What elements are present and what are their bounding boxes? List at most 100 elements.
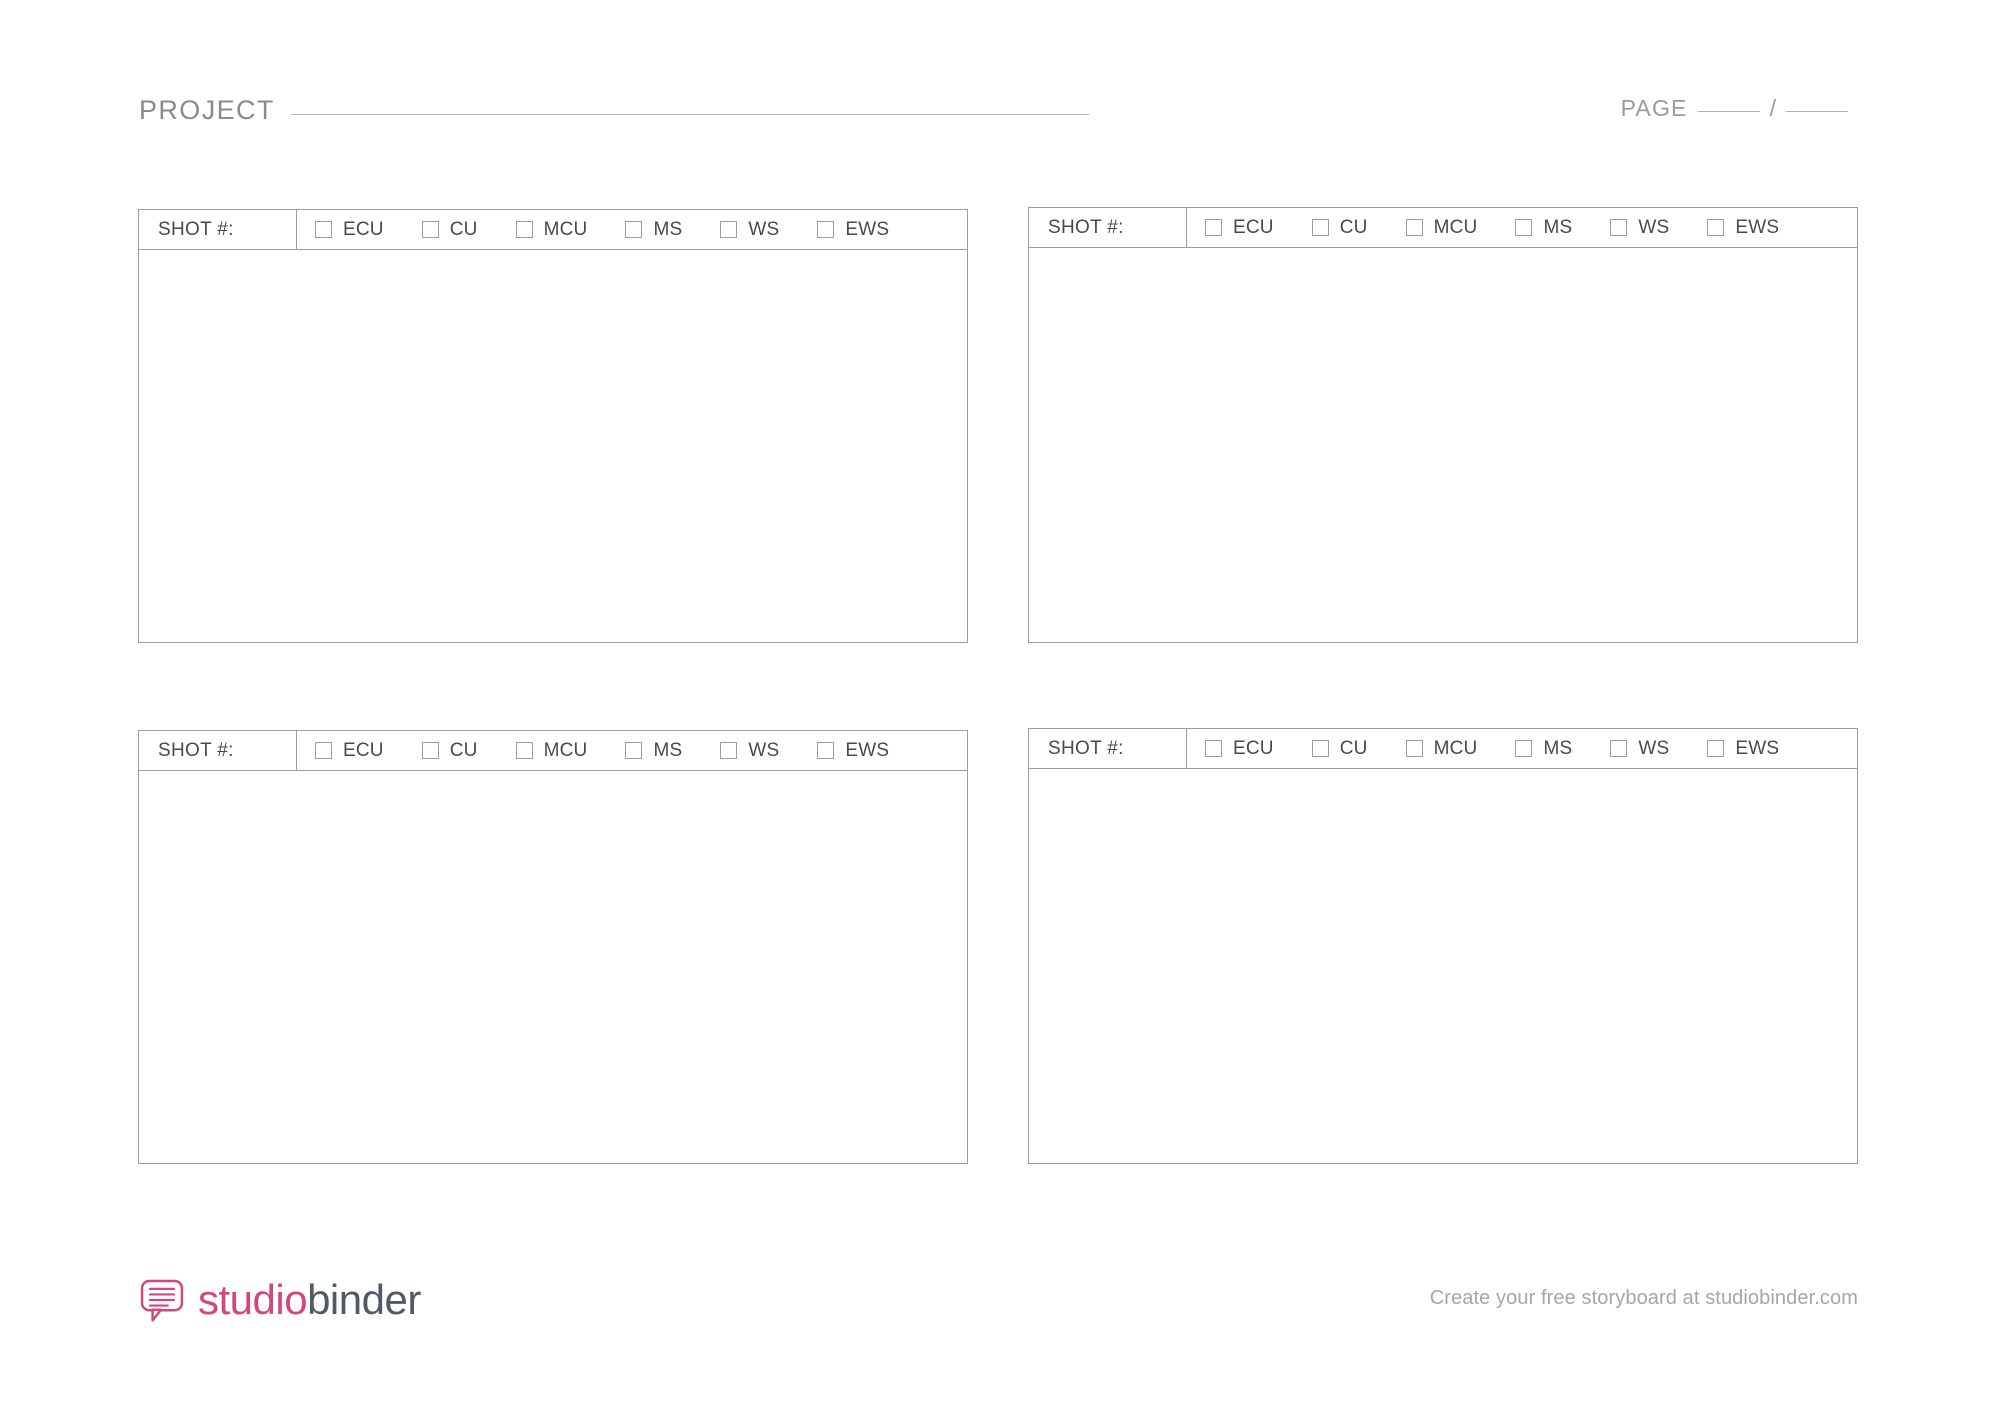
checkbox-icon[interactable] — [421, 221, 439, 238]
panel-1-shottype-mcu-label: MCU — [543, 218, 588, 240]
panel-3-shottype-cu[interactable]: CU — [421, 739, 478, 762]
page-total-write-in-line[interactable] — [1786, 111, 1848, 112]
panel-1-shottype-ecu[interactable]: ECU — [315, 219, 384, 241]
panel-1-shottype-ews[interactable]: EWS — [817, 219, 889, 241]
panel-1-header: SHOT #: ECU CU MCU MS WS EWS — [138, 209, 968, 250]
project-label: PROJECT — [139, 95, 275, 125]
panel-3-header: SHOT #: ECU CU MCU MS WS EWS — [138, 730, 968, 771]
checkbox-icon[interactable] — [515, 221, 533, 238]
panel-2-shot-type-cell: ECU CU MCU MS WS EWS — [1187, 208, 1857, 247]
panel-2-shottype-ecu[interactable]: ECU — [1205, 217, 1274, 239]
panel-3-shottype-mcu[interactable]: MCU — [515, 740, 588, 762]
panel-4-shottype-ecu-label: ECU — [1233, 737, 1274, 759]
project-write-in-line[interactable] — [290, 114, 1089, 115]
panel-3-image-area[interactable] — [138, 771, 968, 1164]
panel-1-shot-type-cell: ECU CU MCU MS WS EWS — [297, 210, 967, 249]
panel-4-shottype-ews[interactable]: EWS — [1707, 738, 1779, 760]
panel-1-shottype-cu[interactable]: CU — [421, 219, 478, 241]
panel-1-shottype-ws-label: WS — [748, 218, 780, 240]
panel-2-shottype-ws[interactable]: WS — [1610, 217, 1669, 239]
panel-4-shottype-mcu-label: MCU — [1433, 737, 1478, 759]
panel-4-shottype-ews-label: EWS — [1735, 737, 1780, 759]
panel-3-shottype-ews-label: EWS — [845, 739, 890, 761]
panel-4-shottype-cu-label: CU — [1339, 737, 1368, 759]
checkbox-icon[interactable] — [1610, 740, 1628, 757]
checkbox-icon[interactable] — [1405, 219, 1423, 236]
panel-3-shot-type-cell: ECU CU MCU MS WS EWS — [297, 731, 967, 770]
panel-1-shottype-ecu-label: ECU — [343, 218, 384, 240]
panel-2-shot-label: SHOT #: — [1048, 216, 1124, 238]
panel-1-shot-number-cell[interactable]: SHOT #: — [139, 210, 297, 249]
panel-3-shottype-ms[interactable]: MS — [625, 740, 682, 762]
storyboard-panel-3: SHOT #: ECU CU MCU MS WS EWS — [138, 730, 968, 1164]
panel-4-shottype-cu[interactable]: CU — [1311, 737, 1368, 760]
studiobinder-wordmark: studiobinder — [198, 1279, 421, 1321]
checkbox-icon[interactable] — [315, 221, 332, 238]
checkbox-icon[interactable] — [1515, 219, 1533, 236]
panel-4-shottype-mcu[interactable]: MCU — [1405, 737, 1478, 760]
panel-4-shot-number-cell[interactable]: SHOT #: — [1029, 729, 1187, 768]
checkbox-icon[interactable] — [1707, 740, 1725, 757]
checkbox-icon[interactable] — [1311, 740, 1329, 757]
project-field-group: PROJECT — [139, 95, 1089, 126]
panel-2-shottype-cu[interactable]: CU — [1311, 216, 1368, 239]
checkbox-icon[interactable] — [817, 221, 835, 238]
checkbox-icon[interactable] — [1610, 219, 1628, 236]
panel-3-shottype-ecu[interactable]: ECU — [315, 740, 384, 762]
panel-2-shottype-ms[interactable]: MS — [1515, 217, 1572, 239]
panel-3-shottype-cu-label: CU — [449, 739, 478, 761]
checkbox-icon[interactable] — [515, 742, 533, 759]
checkbox-icon[interactable] — [720, 742, 738, 759]
checkbox-icon[interactable] — [1311, 219, 1329, 236]
panel-2-shottype-ews[interactable]: EWS — [1707, 217, 1779, 239]
panel-4-shot-label: SHOT #: — [1048, 737, 1124, 759]
panel-4-shottype-ws[interactable]: WS — [1610, 738, 1669, 760]
panel-2-shottype-mcu[interactable]: MCU — [1405, 216, 1478, 239]
panel-2-shottype-cu-label: CU — [1339, 216, 1368, 238]
checkbox-icon[interactable] — [315, 742, 332, 759]
footer-promo-text: Create your free storyboard at studiobin… — [1429, 1287, 1858, 1309]
panel-2-image-area[interactable] — [1028, 248, 1858, 643]
panel-2-shottype-mcu-label: MCU — [1433, 216, 1478, 238]
panel-2-shottype-ms-label: MS — [1543, 216, 1573, 238]
panel-1-image-area[interactable] — [138, 250, 968, 643]
wordmark-studio: studio — [198, 1276, 308, 1323]
checkbox-icon[interactable] — [1707, 219, 1725, 236]
checkbox-icon[interactable] — [1405, 740, 1423, 757]
panel-1-shottype-ws[interactable]: WS — [720, 219, 779, 241]
storyboard-panel-1: SHOT #: ECU CU MCU MS WS EWS — [138, 209, 968, 643]
studiobinder-logo[interactable]: studiobinder — [139, 1272, 421, 1328]
panel-2-shottype-ws-label: WS — [1638, 216, 1670, 238]
page-footer: studiobinder Create your free storyboard… — [0, 1272, 1999, 1332]
panel-4-shottype-ecu[interactable]: ECU — [1205, 738, 1274, 760]
wordmark-binder: binder — [307, 1276, 421, 1323]
panel-3-shot-label: SHOT #: — [158, 739, 234, 761]
panel-4-shottype-ms[interactable]: MS — [1515, 738, 1572, 760]
checkbox-icon[interactable] — [625, 221, 643, 238]
panel-3-shot-number-cell[interactable]: SHOT #: — [139, 731, 297, 770]
page-number-group: PAGE / — [1621, 95, 1858, 122]
checkbox-icon[interactable] — [625, 742, 643, 759]
panel-3-shottype-ews[interactable]: EWS — [817, 740, 889, 762]
checkbox-icon[interactable] — [421, 742, 439, 759]
panel-1-shottype-ms[interactable]: MS — [625, 219, 682, 241]
checkbox-icon[interactable] — [1515, 740, 1533, 757]
panel-3-shottype-ws[interactable]: WS — [720, 740, 779, 762]
panel-4-header: SHOT #: ECU CU MCU MS WS EWS — [1028, 728, 1858, 769]
panel-3-shottype-ecu-label: ECU — [343, 739, 384, 761]
storyboard-panel-4: SHOT #: ECU CU MCU MS WS EWS — [1028, 728, 1858, 1164]
panel-2-shot-number-cell[interactable]: SHOT #: — [1029, 208, 1187, 247]
panel-4-shottype-ms-label: MS — [1543, 737, 1573, 759]
storyboard-page: PROJECT PAGE / SHOT #: ECU CU MCU MS WS … — [0, 0, 1999, 1401]
page-current-write-in-line[interactable] — [1697, 111, 1760, 112]
panel-1-shot-label: SHOT #: — [158, 218, 234, 240]
checkbox-icon[interactable] — [1205, 219, 1222, 236]
panel-2-shottype-ews-label: EWS — [1735, 216, 1780, 238]
panel-4-image-area[interactable] — [1028, 769, 1858, 1164]
speech-bubble-icon — [140, 1279, 184, 1322]
checkbox-icon[interactable] — [720, 221, 738, 238]
checkbox-icon[interactable] — [817, 742, 835, 759]
panel-4-shottype-ws-label: WS — [1638, 737, 1670, 759]
checkbox-icon[interactable] — [1205, 740, 1222, 757]
panel-1-shottype-mcu[interactable]: MCU — [515, 218, 588, 241]
